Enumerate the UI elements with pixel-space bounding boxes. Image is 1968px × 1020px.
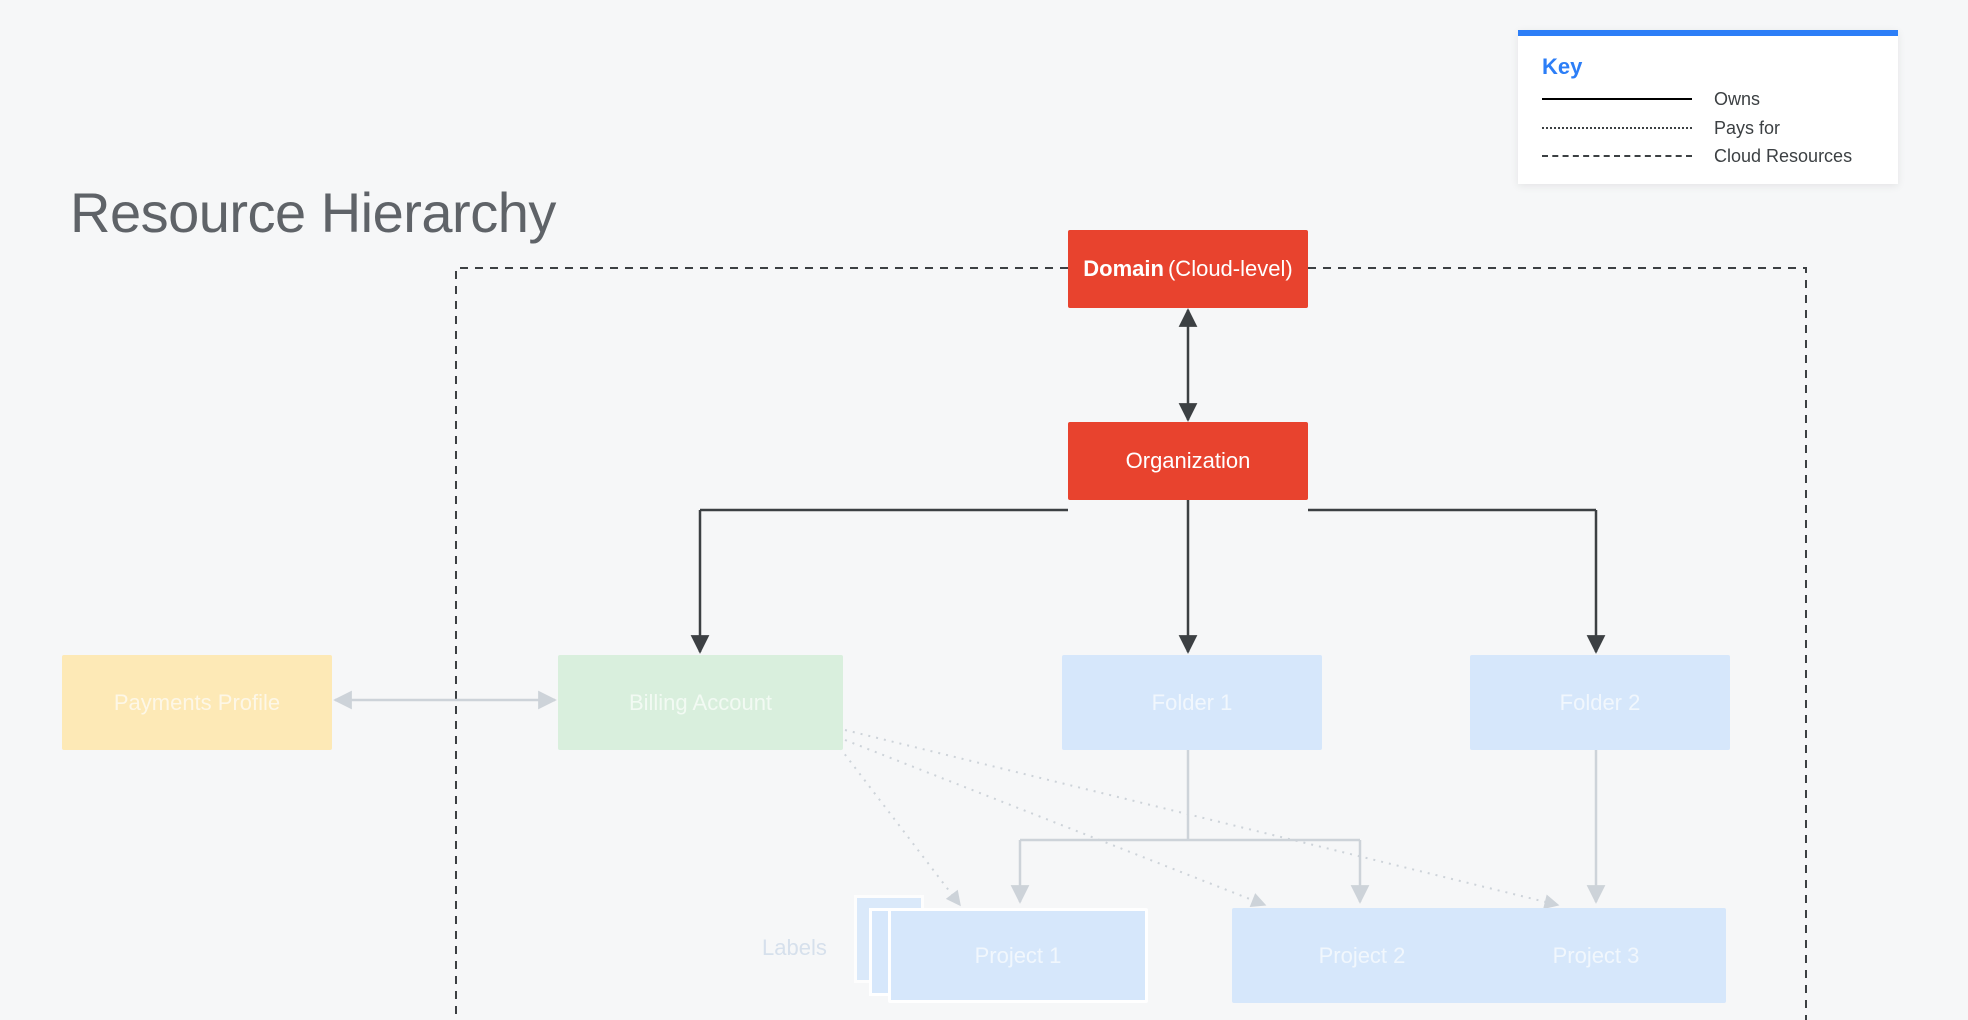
node-domain-title: Domain	[1083, 256, 1164, 281]
node-project1-title: Project 1	[975, 943, 1062, 969]
node-folder2: Folder 2	[1470, 655, 1730, 750]
node-domain: Domain(Cloud-level)	[1068, 230, 1308, 308]
legend-row-cloud: Cloud Resources	[1542, 145, 1874, 168]
legend-row-paysfor: Pays for	[1542, 117, 1874, 140]
node-folder1: Folder 1	[1062, 655, 1322, 750]
node-folder2-title: Folder 2	[1560, 690, 1641, 716]
edge-billing-proj2	[845, 740, 1265, 905]
node-billing-title: Billing Account	[629, 690, 772, 716]
edge-billing-proj3	[845, 730, 1558, 905]
node-organization-title: Organization	[1126, 448, 1251, 474]
page-title: Resource Hierarchy	[70, 180, 556, 245]
node-billing-account: Billing Account	[558, 655, 843, 750]
node-organization: Organization	[1068, 422, 1308, 500]
legend-title: Key	[1542, 54, 1874, 80]
node-folder1-title: Folder 1	[1152, 690, 1233, 716]
legend-label-paysfor: Pays for	[1714, 117, 1874, 140]
node-domain-subtitle: (Cloud-level)	[1168, 256, 1293, 281]
legend-line-dashed	[1542, 155, 1692, 157]
legend-row-owns: Owns	[1542, 88, 1874, 111]
legend-line-solid	[1542, 98, 1692, 100]
diagram-canvas: Resource Hierarchy	[0, 0, 1968, 1020]
node-project2: Project 2	[1232, 908, 1492, 1003]
labels-text: Labels	[762, 935, 827, 961]
node-payments-title: Payments Profile	[114, 690, 280, 716]
legend-label-cloud: Cloud Resources	[1714, 145, 1874, 168]
edge-billing-proj1	[840, 748, 960, 905]
node-project1: Project 1	[888, 908, 1148, 1003]
node-project2-title: Project 2	[1319, 943, 1406, 969]
node-project3: Project 3	[1466, 908, 1726, 1003]
legend-line-dotted	[1542, 127, 1692, 129]
node-project3-title: Project 3	[1553, 943, 1640, 969]
legend-box: Key Owns Pays for Cloud Resources	[1518, 30, 1898, 184]
node-payments-profile: Payments Profile	[62, 655, 332, 750]
legend-label-owns: Owns	[1714, 88, 1874, 111]
